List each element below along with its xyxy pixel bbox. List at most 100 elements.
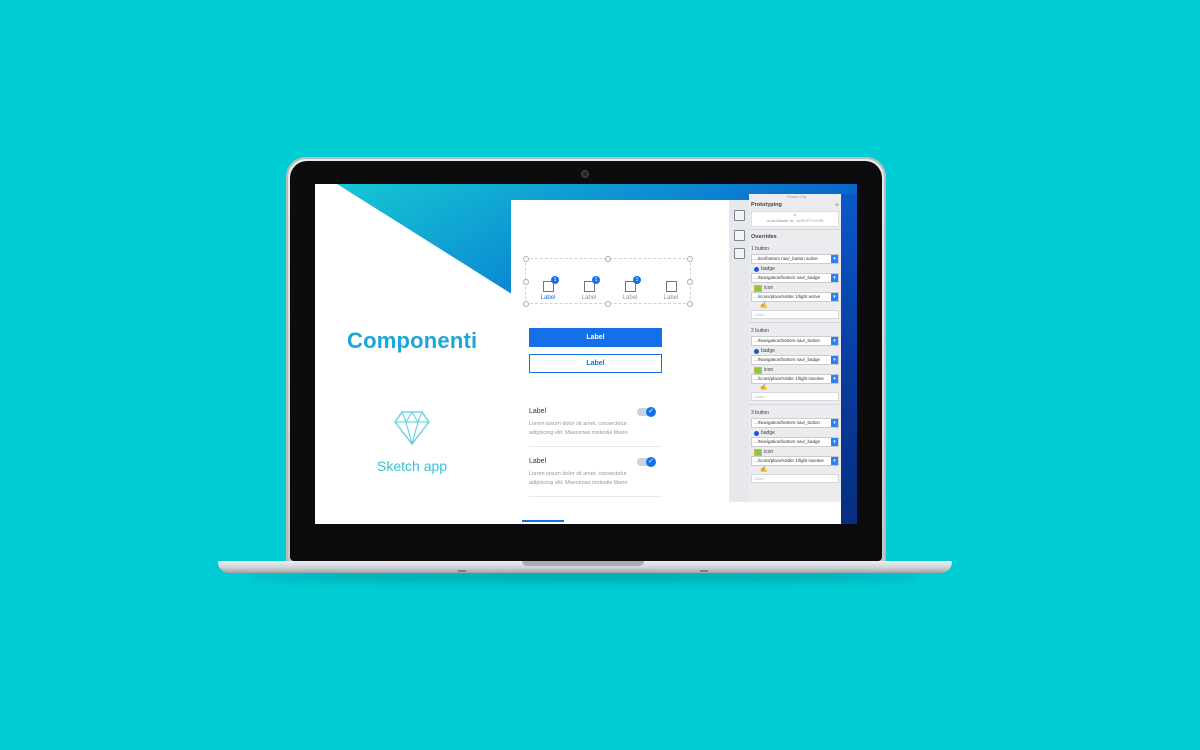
- override-group-name: 2 button: [751, 328, 770, 334]
- badge-select[interactable]: .../Navigation/bottom nav/_badge ▾: [751, 437, 839, 447]
- image-icon: [754, 284, 762, 292]
- override-icon-label: icon: [764, 285, 774, 291]
- override-badge-label: badge: [761, 348, 775, 354]
- background-edge: [841, 194, 857, 524]
- text-override-field[interactable]: Label: [751, 392, 839, 401]
- laptop-notch: [522, 561, 644, 566]
- badge-icon: [754, 266, 759, 272]
- toggle-switch[interactable]: ✓: [637, 457, 656, 467]
- nav-label: Label: [663, 295, 679, 301]
- export-icon[interactable]: [734, 248, 745, 259]
- resize-handle[interactable]: [605, 256, 611, 262]
- nav-item[interactable]: 1 Label: [533, 276, 563, 301]
- override-group: 3 button .../Navigation/bottom nav/_butt…: [749, 407, 841, 483]
- text-override-icon: ✍: [760, 303, 768, 309]
- nav-label: Label: [540, 295, 556, 301]
- image-icon: [754, 366, 762, 374]
- list-item-description: adipiscing elit. Maecenas molestie liber…: [529, 480, 628, 486]
- symbol-select[interactable]: ...tion/bottom nav/_button active ▾: [751, 254, 839, 264]
- chevron-down-icon: ▾: [831, 375, 838, 383]
- symbol-select-value: ...tion/bottom nav/_button active: [754, 256, 818, 261]
- override-badge-label: badge: [761, 430, 775, 436]
- override-group-name: 1 button: [751, 246, 770, 252]
- text-override-icon: ✍: [760, 385, 768, 391]
- laptop-screen: Componenti Sketch app 1 Label 1 Label 1 …: [315, 184, 857, 524]
- override-badge-label: badge: [761, 266, 775, 272]
- prototype-icon[interactable]: [734, 230, 745, 241]
- camera-icon: [581, 170, 589, 178]
- override-group: 1 button ...tion/bottom nav/_button acti…: [749, 243, 841, 319]
- override-icon-label: icon: [764, 367, 774, 373]
- primary-button[interactable]: Label: [529, 328, 662, 347]
- icon-select[interactable]: .../icons/placeholder 1/light active ▾: [751, 292, 839, 302]
- nav-badge: 1: [551, 276, 559, 284]
- nav-item[interactable]: 1 Label: [574, 276, 604, 301]
- override-icon-label: icon: [764, 449, 774, 455]
- diamond-icon: [394, 411, 430, 446]
- divider: [529, 496, 662, 497]
- layout-icon[interactable]: [734, 210, 745, 221]
- icon-select-value: .../icons/placeholder 1/light inactive: [754, 376, 824, 381]
- chevron-down-icon: ▾: [831, 438, 838, 446]
- resize-handle[interactable]: [687, 256, 693, 262]
- chevron-down-icon: ▾: [831, 293, 838, 301]
- chevron-down-icon: ▾: [831, 337, 838, 345]
- resize-handle[interactable]: [523, 279, 529, 285]
- chevron-down-icon: ▾: [831, 356, 838, 364]
- icon-select[interactable]: .../icons/placeholder 1/light inactive ▾: [751, 456, 839, 466]
- nav-item[interactable]: Label: [656, 281, 686, 301]
- badge-select-value: .../Navigation/bottom nav/_badge: [754, 275, 821, 280]
- scroll-indicator: [522, 520, 564, 522]
- chevron-down-icon: ▾: [831, 274, 838, 282]
- text-override-field[interactable]: Label: [751, 474, 839, 483]
- overrides-title: Overrides: [751, 234, 777, 240]
- override-group: 2 button .../Navigation/bottom nav/_butt…: [749, 325, 841, 401]
- icon-select[interactable]: .../icons/placeholder 1/light inactive ▾: [751, 374, 839, 384]
- resize-handle[interactable]: [523, 301, 529, 307]
- resize-handle[interactable]: [523, 256, 529, 262]
- page-title: Componenti: [347, 328, 478, 353]
- text-override-icon: ✍: [760, 467, 768, 473]
- text-override-field[interactable]: Label: [751, 310, 839, 319]
- list-item[interactable]: Label ✓ Lorem ipsum dolor sit amet, cons…: [529, 407, 662, 438]
- toggle-switch[interactable]: ✓: [637, 407, 656, 417]
- add-icon[interactable]: +: [835, 202, 839, 209]
- inspector-panel: Resize Flip Prototyping + A ui-kit-Maste…: [749, 194, 841, 502]
- resize-handle[interactable]: [605, 301, 611, 307]
- check-icon: ✓: [646, 457, 656, 467]
- prototype-link[interactable]: A ui-kit-Master ta...ecTEXT+ICON: [751, 211, 839, 227]
- chevron-down-icon: ▾: [831, 457, 838, 465]
- badge-select[interactable]: .../Navigation/bottom nav/_badge ▾: [751, 273, 839, 283]
- laptop-foot-left: [458, 570, 466, 572]
- resize-handle[interactable]: [687, 301, 693, 307]
- resize-handle[interactable]: [687, 279, 693, 285]
- secondary-button[interactable]: Label: [529, 354, 662, 373]
- nav-badge: 1: [592, 276, 600, 284]
- nav-item[interactable]: 1 Label: [615, 276, 645, 301]
- laptop-foot-right: [700, 570, 708, 572]
- badge-select-value: .../Navigation/bottom nav/_badge: [754, 439, 821, 444]
- placeholder-icon: [665, 281, 677, 292]
- check-icon: ✓: [646, 407, 656, 417]
- symbol-select[interactable]: .../Navigation/bottom nav/_button ▾: [751, 418, 839, 428]
- list-item[interactable]: Label ✓ Lorem ipsum dolor sit amet, cons…: [529, 457, 662, 488]
- chevron-down-icon: ▾: [831, 255, 838, 263]
- chevron-down-icon: ▾: [831, 419, 838, 427]
- divider: [749, 229, 841, 230]
- symbol-select-value: .../Navigation/bottom nav/_button: [754, 338, 821, 343]
- nav-label: Label: [581, 295, 597, 301]
- nav-label: Label: [622, 295, 638, 301]
- badge-icon: [754, 430, 759, 436]
- symbol-select-value: .../Navigation/bottom nav/_button: [754, 420, 821, 425]
- badge-select[interactable]: .../Navigation/bottom nav/_badge ▾: [751, 355, 839, 365]
- divider: [749, 322, 841, 323]
- app-name: Sketch app: [377, 458, 448, 474]
- prototype-link-target: ui-kit-Master ta...ecTEXT+ICON: [766, 218, 824, 223]
- prototyping-title: Prototyping: [751, 202, 782, 208]
- symbol-select[interactable]: .../Navigation/bottom nav/_button ▾: [751, 336, 839, 346]
- image-icon: [754, 448, 762, 456]
- laptop-shadow: [250, 572, 920, 582]
- divider: [749, 404, 841, 405]
- icon-select-value: .../icons/placeholder 1/light inactive: [754, 458, 824, 463]
- list-item-description: Lorem ipsum dolor sit amet, consectetur: [529, 471, 627, 477]
